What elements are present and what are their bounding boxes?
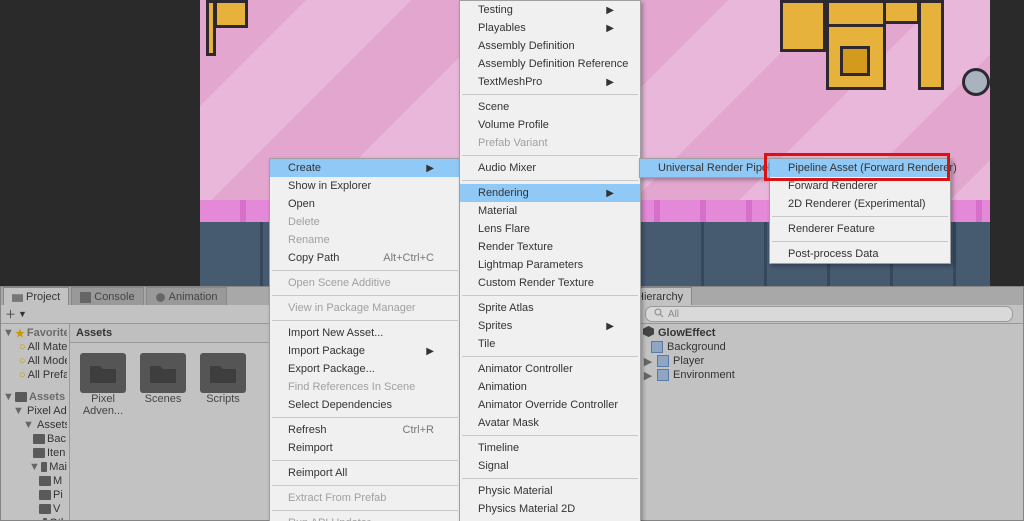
menu-prefab-variant: Prefab Variant (460, 134, 640, 152)
menu-signal[interactable]: Signal (460, 457, 640, 475)
menu-playables[interactable]: Playables▶ (460, 19, 640, 37)
console-icon (80, 292, 90, 302)
menu-create[interactable]: Create▶ (270, 159, 460, 177)
project-tree[interactable]: ▼★Favorites ○All Mater ○All Mode ○All Pr… (1, 324, 70, 520)
asset-label: Scripts (200, 393, 246, 405)
menu-sprite-atlas[interactable]: Sprite Atlas (460, 299, 640, 317)
gameobject-row[interactable]: Background (629, 340, 1019, 354)
hierarchy-search[interactable]: All (645, 306, 1013, 322)
breadcrumb: Assets (76, 327, 112, 339)
menu-refresh[interactable]: RefreshCtrl+R (270, 421, 460, 439)
asset-folder[interactable]: Pixel Adven... (80, 353, 126, 510)
menu-import-package[interactable]: Import Package▶ (270, 342, 460, 360)
menu-reimport-all[interactable]: Reimport All (270, 464, 460, 482)
menu-post-process-data[interactable]: Post-process Data (770, 245, 950, 263)
tab-label: Console (94, 291, 134, 303)
highlight-annotation (764, 153, 950, 181)
menu-sprites[interactable]: Sprites▶ (460, 317, 640, 335)
menu-audio-mixer[interactable]: Audio Mixer (460, 159, 640, 177)
menu-copy-path[interactable]: Copy PathAlt+Ctrl+C (270, 249, 460, 267)
tab-animation[interactable]: Animation (146, 287, 227, 305)
menu-volume-profile[interactable]: Volume Profile (460, 116, 640, 134)
folder-icon (80, 353, 126, 393)
asset-label: Pixel Adven... (80, 393, 126, 417)
menu-rename: Rename (270, 231, 460, 249)
menu-animator-controller[interactable]: Animator Controller (460, 360, 640, 378)
tab-label: Animation (169, 291, 218, 303)
menu-material[interactable]: Material (460, 202, 640, 220)
asset-folder[interactable]: Scripts (200, 353, 246, 510)
menu-testing[interactable]: Testing▶ (460, 1, 640, 19)
menu-scene[interactable]: Scene (460, 98, 640, 116)
menu-textmeshpro[interactable]: TextMeshPro▶ (460, 73, 640, 91)
tab-console[interactable]: Console (71, 287, 143, 305)
project-icon (12, 292, 22, 302)
search-icon (654, 308, 664, 321)
menu-assembly-definition-ref[interactable]: Assembly Definition Reference (460, 55, 640, 73)
menu-physic-material[interactable]: Physic Material (460, 482, 640, 500)
menu-import-new-asset[interactable]: Import New Asset... (270, 324, 460, 342)
menu-renderer-feature[interactable]: Renderer Feature (770, 220, 950, 238)
menu-show-in-explorer[interactable]: Show in Explorer (270, 177, 460, 195)
scene-row[interactable]: ▼GlowEffect (629, 326, 1019, 340)
gameobject-row[interactable]: ▶Player (629, 354, 1019, 368)
menu-lightmap-parameters[interactable]: Lightmap Parameters (460, 256, 640, 274)
menu-find-references: Find References In Scene (270, 378, 460, 396)
menu-run-api-updater: Run API Updater... (270, 514, 460, 521)
folder-icon (140, 353, 186, 393)
gameobject-icon (657, 355, 669, 367)
asset-label: Scenes (140, 393, 186, 405)
menu-assembly-definition[interactable]: Assembly Definition (460, 37, 640, 55)
gameobject-row[interactable]: ▶Environment (629, 368, 1019, 382)
folder-icon (200, 353, 246, 393)
menu-extract-prefab: Extract From Prefab (270, 489, 460, 507)
unity-icon (643, 326, 654, 340)
menu-rendering[interactable]: Rendering▶ (460, 184, 640, 202)
menu-reimport[interactable]: Reimport (270, 439, 460, 457)
menu-open[interactable]: Open (270, 195, 460, 213)
assets-context-menu: Create▶ Show in Explorer Open Delete Ren… (269, 158, 461, 521)
tab-label: Hierarchy (636, 291, 683, 303)
menu-lens-flare[interactable]: Lens Flare (460, 220, 640, 238)
menu-custom-render-texture[interactable]: Custom Render Texture (460, 274, 640, 292)
menu-timeline[interactable]: Timeline (460, 439, 640, 457)
menu-delete: Delete (270, 213, 460, 231)
tab-label: Project (26, 291, 60, 303)
hierarchy-tree[interactable]: ▼GlowEffect Background ▶Player ▶Environm… (625, 324, 1023, 520)
menu-2d-renderer[interactable]: 2D Renderer (Experimental) (770, 195, 950, 213)
menu-open-scene-additive: Open Scene Additive (270, 274, 460, 292)
menu-render-texture[interactable]: Render Texture (460, 238, 640, 256)
animation-icon (155, 292, 165, 302)
hierarchy-panel: Hierarchy ▼ All ▼GlowEffect Background ▶… (624, 286, 1024, 521)
asset-folder[interactable]: Scenes (140, 353, 186, 510)
gameobject-icon (651, 341, 663, 353)
create-dropdown[interactable]: ＋▼ (5, 306, 27, 322)
create-submenu: Testing▶ Playables▶ Assembly Definition … (459, 0, 641, 521)
menu-avatar-mask[interactable]: Avatar Mask (460, 414, 640, 432)
menu-animation[interactable]: Animation (460, 378, 640, 396)
gameobject-icon (657, 369, 669, 381)
tab-project[interactable]: Project (3, 287, 69, 305)
menu-animator-override-controller[interactable]: Animator Override Controller (460, 396, 640, 414)
tree-favorites-header: Favorites (27, 327, 67, 339)
menu-select-dependencies[interactable]: Select Dependencies (270, 396, 460, 414)
tree-assets-header: Assets (29, 391, 65, 403)
menu-view-in-package-manager: View in Package Manager (270, 299, 460, 317)
menu-physics-material-2d[interactable]: Physics Material 2D (460, 500, 640, 518)
menu-export-package[interactable]: Export Package... (270, 360, 460, 378)
menu-tile[interactable]: Tile (460, 335, 640, 353)
